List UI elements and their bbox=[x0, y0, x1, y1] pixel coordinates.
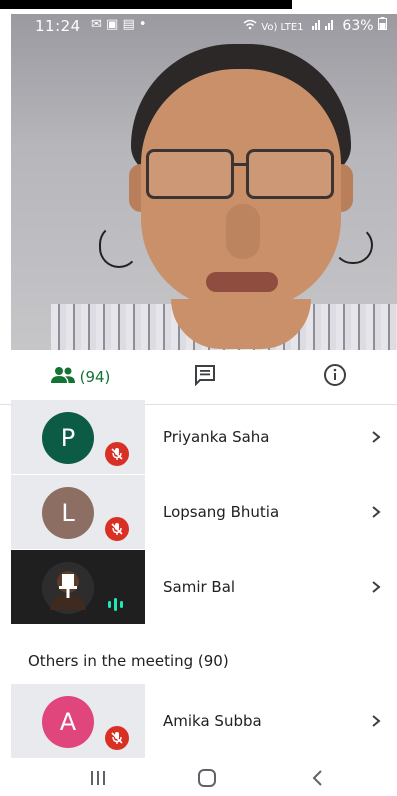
avatar bbox=[42, 562, 94, 614]
mic-off-icon bbox=[105, 517, 129, 541]
info-icon bbox=[323, 363, 347, 391]
wifi-icon bbox=[243, 18, 261, 34]
tab-people[interactable]: (94) bbox=[30, 350, 130, 404]
tab-info[interactable] bbox=[310, 350, 360, 404]
recent-apps-icon[interactable] bbox=[88, 769, 108, 791]
back-icon[interactable] bbox=[308, 769, 328, 791]
participant-name: Priyanka Saha bbox=[163, 428, 270, 446]
signal-icon bbox=[311, 18, 342, 34]
avatar: P bbox=[42, 412, 94, 464]
participant-row[interactable]: L Lopsang Bhutia bbox=[0, 475, 397, 549]
person-mouth bbox=[206, 272, 278, 292]
network-label: Vo) LTE1 bbox=[261, 22, 304, 33]
participant-row[interactable]: A Amika Subba bbox=[0, 684, 397, 758]
avatar: A bbox=[42, 696, 94, 748]
person-glasses bbox=[146, 149, 336, 199]
battery-percent: 63% bbox=[342, 18, 374, 34]
status-time: 11:24 bbox=[35, 17, 81, 35]
people-count: (94) bbox=[79, 368, 111, 386]
earphone-left bbox=[99, 224, 139, 268]
people-icon bbox=[50, 366, 76, 388]
meeting-tabs: (94) bbox=[0, 350, 397, 405]
person-nose bbox=[226, 204, 260, 259]
profile-photo-icon bbox=[42, 562, 94, 614]
speaking-indicator-icon bbox=[105, 592, 129, 616]
participant-name: Samir Bal bbox=[163, 578, 236, 596]
battery-icon bbox=[378, 17, 387, 34]
chevron-right-icon[interactable] bbox=[370, 400, 382, 474]
tab-chat[interactable] bbox=[180, 350, 230, 404]
status-right: Vo) LTE1 63% bbox=[243, 17, 387, 34]
participant-name: Lopsang Bhutia bbox=[163, 503, 280, 521]
chevron-right-icon[interactable] bbox=[370, 550, 382, 624]
others-section-header: Others in the meeting (90) bbox=[28, 652, 229, 670]
participant-name: Amika Subba bbox=[163, 712, 262, 730]
chat-icon bbox=[194, 364, 216, 390]
participant-row[interactable]: Samir Bal bbox=[0, 550, 397, 624]
chevron-right-icon[interactable] bbox=[370, 475, 382, 549]
video-feed[interactable]: 11:24 ✉ ▣ ▤ • Vo) LTE1 63% bbox=[11, 14, 397, 350]
status-bar: 11:24 ✉ ▣ ▤ • Vo) LTE1 63% bbox=[11, 14, 397, 40]
mic-off-icon bbox=[105, 726, 129, 750]
notification-icons: ✉ ▣ ▤ • bbox=[91, 17, 147, 32]
earphone-right bbox=[333, 226, 373, 264]
chevron-right-icon[interactable] bbox=[370, 684, 382, 758]
home-icon[interactable] bbox=[197, 769, 217, 791]
avatar: L bbox=[42, 487, 94, 539]
top-strip bbox=[0, 0, 397, 14]
mic-off-icon bbox=[105, 442, 129, 466]
participant-row[interactable]: P Priyanka Saha bbox=[0, 400, 397, 474]
top-black-bar bbox=[0, 0, 292, 9]
system-nav-bar bbox=[0, 765, 397, 796]
